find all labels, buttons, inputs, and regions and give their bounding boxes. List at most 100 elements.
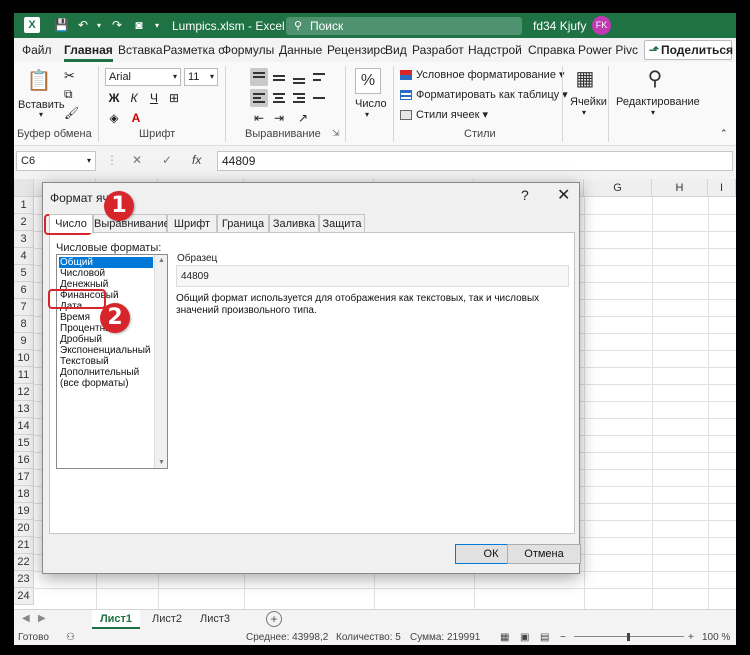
name-box[interactable]: C6 ▾ <box>16 151 96 171</box>
zoom-out-icon[interactable]: − <box>560 632 566 643</box>
row-header[interactable]: 22 <box>14 554 34 571</box>
format-as-table-button[interactable]: Форматировать как таблицу ▾ <box>400 88 568 101</box>
save-icon[interactable]: 💾 <box>54 17 69 34</box>
row-header[interactable]: 7 <box>14 299 34 316</box>
align-top-icon[interactable] <box>250 68 268 86</box>
sheet-tab[interactable]: Лист2 <box>144 610 190 629</box>
align-bottom-icon[interactable] <box>290 68 308 86</box>
tab-developer[interactable]: Разработ <box>412 43 464 57</box>
orientation-icon[interactable]: ↗ <box>294 109 312 127</box>
prev-sheet-icon[interactable]: ◀ <box>22 613 30 624</box>
font-name-select[interactable]: Arial ▾ <box>105 68 181 86</box>
tab-home[interactable]: Главная <box>64 43 113 62</box>
number-dropdown-icon[interactable]: ▾ <box>365 110 369 119</box>
row-header[interactable]: 20 <box>14 520 34 537</box>
column-header[interactable]: I <box>708 179 736 197</box>
row-header[interactable]: 6 <box>14 282 34 299</box>
font-size-select[interactable]: 11 ▾ <box>184 68 218 86</box>
paste-icon[interactable]: 📋 <box>26 68 52 93</box>
row-header[interactable]: 19 <box>14 503 34 520</box>
row-header[interactable]: 13 <box>14 401 34 418</box>
decrease-indent-icon[interactable]: ⇤ <box>250 109 268 127</box>
list-item[interactable]: Числовой <box>59 268 153 279</box>
tab-number[interactable]: Число <box>49 214 93 233</box>
search-box[interactable]: ⚲ Поиск <box>286 17 522 35</box>
zoom-in-icon[interactable]: + <box>688 632 694 643</box>
list-item[interactable]: Общий <box>59 257 153 268</box>
percent-icon[interactable]: % <box>355 68 381 94</box>
column-header[interactable]: G <box>584 179 652 197</box>
avatar[interactable]: FK <box>592 16 611 35</box>
paste-dropdown-icon[interactable]: ▾ <box>39 110 43 119</box>
undo-icon[interactable]: ↶ <box>76 17 90 34</box>
align-right-icon[interactable] <box>290 89 308 107</box>
underline-button[interactable]: Ч <box>145 89 163 107</box>
redo-icon[interactable]: ↷ <box>110 17 124 34</box>
row-header[interactable]: 24 <box>14 588 34 605</box>
next-sheet-icon[interactable]: ▶ <box>38 613 46 624</box>
row-header[interactable]: 21 <box>14 537 34 554</box>
row-header[interactable]: 18 <box>14 486 34 503</box>
tab-help[interactable]: Справка <box>528 43 575 57</box>
font-color-icon[interactable]: A <box>127 109 145 127</box>
close-icon[interactable]: ✕ <box>557 185 570 205</box>
tab-alignment[interactable]: Выравнивание <box>93 214 170 232</box>
formats-list[interactable]: Общий Числовой Денежный Финансовый Дата … <box>56 254 168 469</box>
add-sheet-button[interactable]: + <box>266 611 282 627</box>
normal-view-icon[interactable]: ▦ <box>500 632 509 643</box>
cells-dropdown-icon[interactable]: ▾ <box>582 108 586 117</box>
row-header[interactable]: 1 <box>14 197 34 214</box>
cell-styles-button[interactable]: Стили ячеек ▾ <box>400 108 488 121</box>
bold-button[interactable]: Ж <box>105 89 123 107</box>
row-header[interactable]: 16 <box>14 452 34 469</box>
customize-toolbar-icon[interactable]: ▾ <box>152 17 162 34</box>
tab-file[interactable]: Файл <box>22 43 52 57</box>
tab-view[interactable]: Вид <box>385 43 407 57</box>
collapse-ribbon-icon[interactable]: ⌃ <box>720 128 728 139</box>
undo-dropdown-icon[interactable]: ▾ <box>94 17 104 34</box>
cells-label[interactable]: Ячейки <box>570 96 607 108</box>
tab-border[interactable]: Граница <box>217 214 269 232</box>
find-icon[interactable]: ⚲ <box>642 66 668 91</box>
scroll-up-icon[interactable]: ▲ <box>158 257 165 264</box>
list-item[interactable]: (все форматы) <box>59 378 153 389</box>
copy-icon[interactable]: ⧉ <box>64 87 73 102</box>
select-all-corner[interactable] <box>14 179 34 197</box>
page-break-icon[interactable]: ▤ <box>540 632 549 643</box>
editing-dropdown-icon[interactable]: ▾ <box>651 108 655 117</box>
row-header[interactable]: 15 <box>14 435 34 452</box>
user-name[interactable]: fd34 Kjufy <box>533 19 586 33</box>
tab-addins[interactable]: Надстрой <box>468 43 522 57</box>
camera-icon[interactable]: ◙ <box>132 17 146 34</box>
dialog-launcher-icon[interactable]: ⇲ <box>332 128 340 139</box>
list-item[interactable]: Экспоненциальный <box>59 345 153 356</box>
share-button[interactable]: ⬏ Поделиться <box>644 40 733 60</box>
row-header[interactable]: 3 <box>14 231 34 248</box>
cancel-icon[interactable]: ✕ <box>132 153 142 167</box>
row-header[interactable]: 14 <box>14 418 34 435</box>
zoom-slider-thumb[interactable] <box>627 633 630 641</box>
list-item[interactable]: Дробный <box>59 334 153 345</box>
tab-fill[interactable]: Заливка <box>269 214 319 232</box>
row-header[interactable]: 17 <box>14 469 34 486</box>
row-header[interactable]: 11 <box>14 367 34 384</box>
row-header[interactable]: 23 <box>14 571 34 588</box>
tab-insert[interactable]: Вставка <box>118 43 163 57</box>
tab-data[interactable]: Данные <box>279 43 322 57</box>
wrap-text-icon[interactable] <box>310 68 328 86</box>
conditional-formatting-button[interactable]: Условное форматирование ▾ <box>400 68 565 81</box>
help-button[interactable]: ? <box>521 187 529 203</box>
list-scrollbar[interactable]: ▲ ▼ <box>154 255 167 468</box>
increase-indent-icon[interactable]: ⇥ <box>270 109 288 127</box>
align-center-icon[interactable] <box>270 89 288 107</box>
page-layout-icon[interactable]: ▣ <box>520 632 529 643</box>
tab-font[interactable]: Шрифт <box>167 214 217 232</box>
number-label[interactable]: Число <box>355 98 387 110</box>
row-header[interactable]: 5 <box>14 265 34 282</box>
cut-icon[interactable]: ✂ <box>64 68 75 84</box>
zoom-level[interactable]: 100 % <box>702 632 730 643</box>
list-item[interactable]: Текстовый <box>59 356 153 367</box>
row-header[interactable]: 12 <box>14 384 34 401</box>
align-left-icon[interactable] <box>250 89 268 107</box>
enter-icon[interactable]: ✓ <box>162 153 172 167</box>
